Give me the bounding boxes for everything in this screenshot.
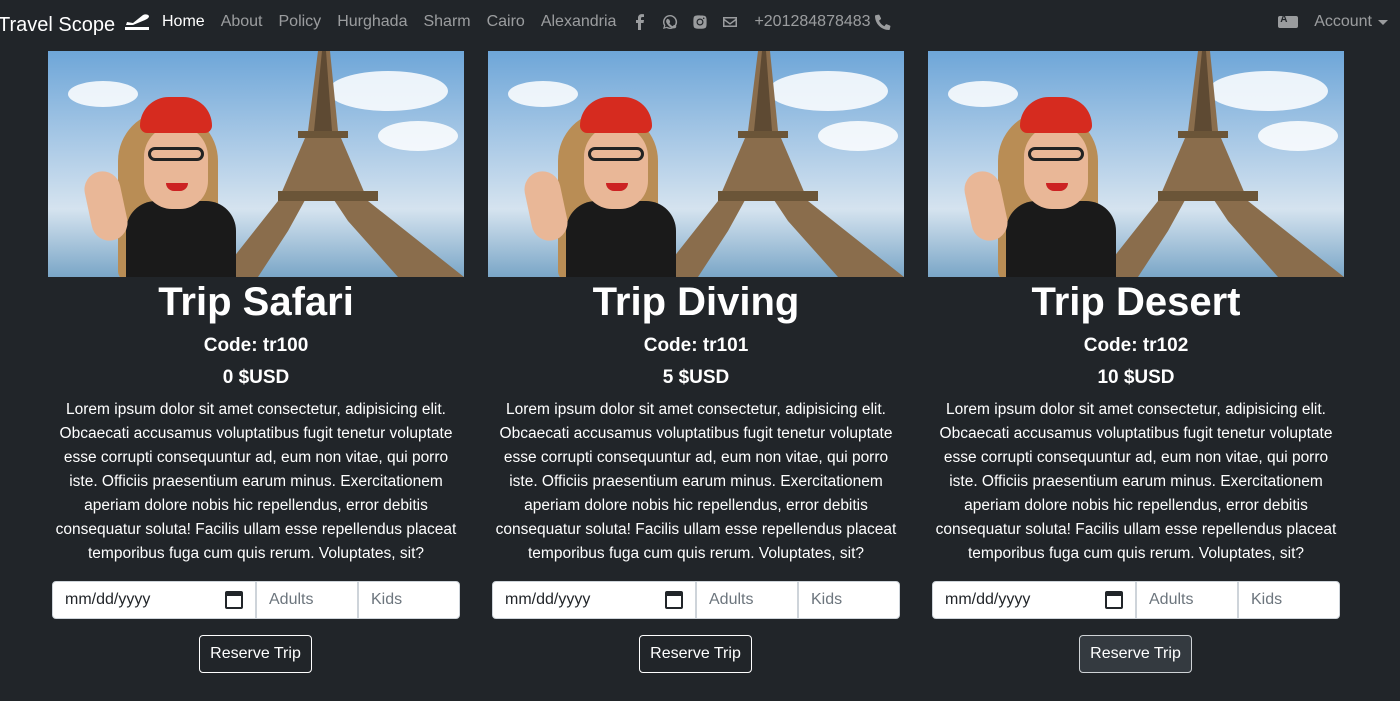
facebook-icon[interactable] (632, 14, 648, 30)
main-nav: Home About Policy Hurghada Sharm Cairo A… (162, 13, 891, 31)
kids-input[interactable]: Kids (358, 581, 460, 619)
trip-image (488, 51, 904, 277)
nav-link-cairo[interactable]: Cairo (487, 13, 525, 31)
brand-link[interactable]: Travel Scope (0, 11, 151, 39)
kids-placeholder: Kids (1251, 591, 1283, 608)
phone-icon (874, 14, 890, 30)
nav-link-hurghada[interactable]: Hurghada (337, 13, 407, 31)
trip-image (928, 51, 1344, 277)
nav-link-sharm[interactable]: Sharm (423, 13, 470, 31)
adults-input[interactable]: Adults (256, 581, 358, 619)
calendar-icon[interactable] (225, 591, 243, 609)
account-dropdown[interactable]: Account (1314, 13, 1388, 31)
trip-card: Trip Safari Code: tr100 0 $USD Lorem ips… (48, 51, 464, 691)
reservation-form: mm/dd/yyyy Adults Kids (52, 581, 460, 619)
social-links (632, 14, 738, 30)
trip-description: Lorem ipsum dolor sit amet consectetur, … (935, 401, 1337, 562)
trip-price: 10 $USD (1097, 367, 1175, 388)
trip-price: 5 $USD (662, 367, 730, 388)
adults-input[interactable]: Adults (1136, 581, 1238, 619)
date-input[interactable]: mm/dd/yyyy (932, 581, 1136, 619)
right-nav: Account (1278, 13, 1388, 31)
whatsapp-icon[interactable] (662, 14, 678, 30)
calendar-icon[interactable] (1105, 591, 1123, 609)
trip-description: Lorem ipsum dolor sit amet consectetur, … (495, 401, 897, 562)
nav-link-about[interactable]: About (221, 13, 263, 31)
date-placeholder: mm/dd/yyyy (945, 591, 1031, 608)
nav-link-home[interactable]: Home (162, 13, 205, 31)
instagram-icon[interactable] (692, 14, 708, 30)
kids-input[interactable]: Kids (798, 581, 900, 619)
trip-price: 0 $USD (222, 367, 290, 388)
date-placeholder: mm/dd/yyyy (505, 591, 591, 608)
reserve-trip-button[interactable]: Reserve Trip (199, 635, 312, 673)
navbar: Travel Scope Home About Policy Hurghada … (0, 0, 1400, 47)
language-icon[interactable] (1278, 14, 1299, 28)
reserve-trip-button[interactable]: Reserve Trip (1079, 635, 1192, 673)
account-label: Account (1314, 13, 1372, 30)
trip-code: Code: tr101 (643, 335, 749, 356)
date-input[interactable]: mm/dd/yyyy (492, 581, 696, 619)
plane-departure-icon (123, 11, 151, 39)
reservation-form: mm/dd/yyyy Adults Kids (932, 581, 1340, 619)
phone-link[interactable]: +201284878483 (754, 13, 890, 31)
trip-title: Trip Desert (1031, 280, 1241, 324)
adults-input[interactable]: Adults (696, 581, 798, 619)
date-input[interactable]: mm/dd/yyyy (52, 581, 256, 619)
adults-placeholder: Adults (709, 591, 754, 608)
brand-name: Travel Scope (0, 13, 116, 36)
trip-title: Trip Safari (158, 280, 354, 324)
adults-placeholder: Adults (269, 591, 314, 608)
reservation-form: mm/dd/yyyy Adults Kids (492, 581, 900, 619)
kids-placeholder: Kids (371, 591, 403, 608)
trip-card: Trip Diving Code: tr101 5 $USD Lorem ips… (488, 51, 904, 691)
calendar-icon[interactable] (665, 591, 683, 609)
envelope-icon[interactable] (722, 14, 738, 30)
reserve-trip-button[interactable]: Reserve Trip (639, 635, 752, 673)
nav-link-policy[interactable]: Policy (279, 13, 322, 31)
date-placeholder: mm/dd/yyyy (65, 591, 151, 608)
trip-code: Code: tr102 (1083, 335, 1189, 356)
trip-card: Trip Desert Code: tr102 10 $USD Lorem ip… (928, 51, 1344, 691)
trip-description: Lorem ipsum dolor sit amet consectetur, … (55, 401, 457, 562)
nav-link-alexandria[interactable]: Alexandria (541, 13, 617, 31)
caret-down-icon (1378, 19, 1388, 25)
trip-title: Trip Diving (592, 280, 800, 324)
phone-number: +201284878483 (754, 13, 871, 30)
kids-input[interactable]: Kids (1238, 581, 1340, 619)
adults-placeholder: Adults (1149, 591, 1194, 608)
kids-placeholder: Kids (811, 591, 843, 608)
trip-image (48, 51, 464, 277)
trip-code: Code: tr100 (203, 335, 309, 356)
